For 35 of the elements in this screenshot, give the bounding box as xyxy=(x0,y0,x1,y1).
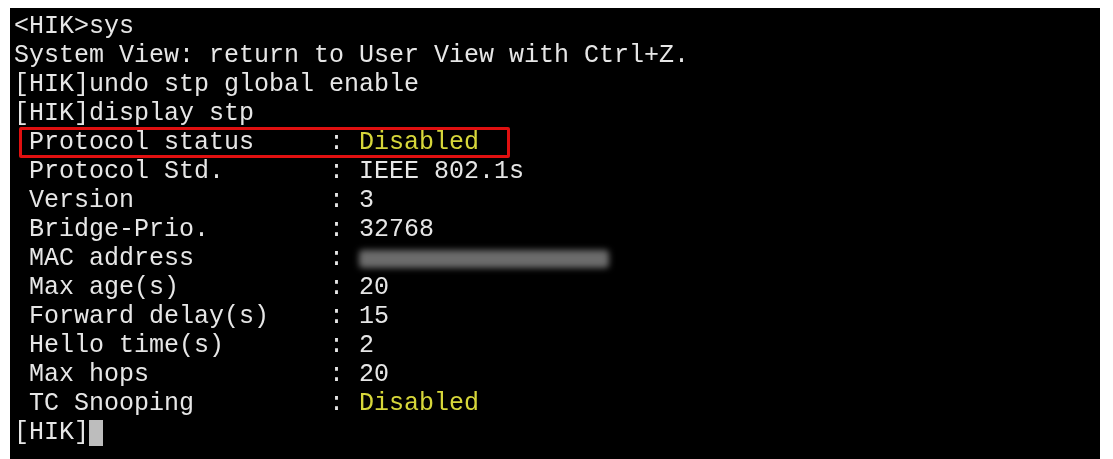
field-separator: : xyxy=(329,186,346,215)
command-line: [HIK]display stp xyxy=(14,99,255,128)
cursor-block xyxy=(89,419,103,446)
field-label: Max hops xyxy=(29,360,151,389)
field-value: 3 xyxy=(359,186,375,215)
field-value: 20 xyxy=(359,360,390,389)
field-separator: : xyxy=(329,389,346,418)
field-label: Protocol Std. xyxy=(29,157,226,186)
field-value: 32768 xyxy=(359,215,435,244)
field-label: TC Snooping xyxy=(29,389,196,418)
field-separator: : xyxy=(329,128,346,157)
output-line: System View: return to User View with Ctrl+Z. xyxy=(14,41,690,70)
field-value: 20 xyxy=(359,273,390,302)
command-line: [HIK]undo stp global enable xyxy=(14,70,420,99)
field-value: 15 xyxy=(359,302,390,331)
field-label: MAC address xyxy=(29,244,196,273)
field-value: Disabled xyxy=(359,389,480,418)
field-value: Disabled xyxy=(359,128,480,157)
field-separator: : xyxy=(329,157,346,186)
field-label: Protocol status xyxy=(29,128,256,157)
field-separator: : xyxy=(329,273,346,302)
prompt-text: [HIK] xyxy=(14,418,89,447)
field-separator: : xyxy=(329,215,346,244)
field-separator: : xyxy=(329,302,346,331)
field-value: 2 xyxy=(359,331,375,360)
field-label: Forward delay(s) xyxy=(29,302,271,331)
field-label: Version xyxy=(29,186,136,215)
command-line: <HIK>sys xyxy=(14,12,135,41)
field-separator: : xyxy=(329,360,346,389)
field-separator: : xyxy=(329,244,346,273)
field-label: Hello time(s) xyxy=(29,331,226,360)
field-separator: : xyxy=(329,331,346,360)
field-label: Max age(s) xyxy=(29,273,181,302)
field-value: IEEE 802.1s xyxy=(359,157,525,186)
field-label: Bridge-Prio. xyxy=(29,215,211,244)
